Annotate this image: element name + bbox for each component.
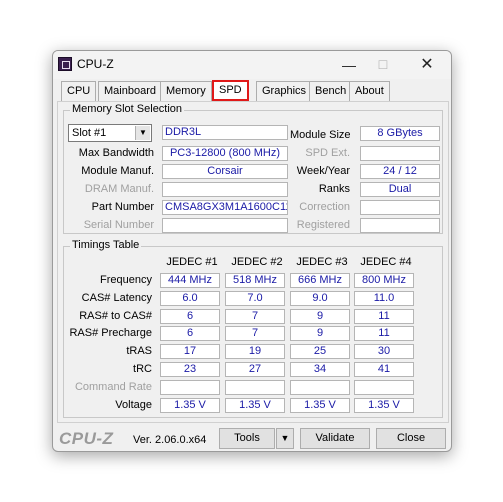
- tab-about[interactable]: About: [349, 81, 390, 101]
- timing-cell: 6: [160, 326, 220, 341]
- chevron-down-icon[interactable]: ▼: [276, 428, 294, 449]
- timing-cell: 7.0: [225, 291, 285, 306]
- memory-slot-legend: Memory Slot Selection: [70, 103, 185, 115]
- timing-cell: 518 MHz: [225, 273, 285, 288]
- correction-label: Correction: [299, 201, 350, 213]
- part-number-value: CMSA8GX3M1A1600C11: [162, 200, 288, 215]
- timing-row-label: RAS# to CAS#: [79, 310, 152, 322]
- registered-label: Registered: [296, 219, 350, 231]
- version-label: Ver. 2.06.0.x64: [133, 434, 207, 446]
- week-year-label: Week/Year: [296, 165, 350, 177]
- bottom-bar: CPU-Z Ver. 2.06.0.x64 Tools ▼ Validate C…: [53, 425, 451, 451]
- column-header: JEDEC #2: [231, 256, 283, 268]
- close-icon[interactable]: ✕: [409, 55, 445, 75]
- memory-slot-group: Memory Slot Selection Slot #1 ▼ DDR3L Ma…: [63, 103, 443, 234]
- timings-legend: Timings Table: [70, 239, 142, 251]
- maximize-icon[interactable]: ☐: [365, 55, 401, 75]
- timing-cell: 11: [354, 309, 414, 324]
- timing-cell: 9.0: [290, 291, 350, 306]
- cpuz-window: CPU-Z — ☐ ✕ CPU Mainboard Memory SPD Gra…: [52, 50, 452, 452]
- timing-cell: 19: [225, 344, 285, 359]
- column-header: JEDEC #4: [360, 256, 412, 268]
- timing-cell: 25: [290, 344, 350, 359]
- timing-cell: 7: [225, 309, 285, 324]
- spd-panel: Memory Slot Selection Slot #1 ▼ DDR3L Ma…: [57, 101, 449, 423]
- serial-number-value: [162, 218, 288, 233]
- timing-row-label: tRC: [133, 363, 152, 375]
- part-number-label: Part Number: [91, 201, 154, 213]
- timing-row-label: Voltage: [115, 399, 152, 411]
- ranks-label: Ranks: [318, 183, 350, 195]
- validate-button[interactable]: Validate: [300, 428, 370, 449]
- tab-spd[interactable]: SPD: [212, 80, 249, 101]
- timing-cell: 800 MHz: [354, 273, 414, 288]
- spd-ext-value: [360, 146, 440, 161]
- timing-cell: 444 MHz: [160, 273, 220, 288]
- max-bandwidth-value: PC3-12800 (800 MHz): [162, 146, 288, 161]
- timing-cell: 7: [225, 326, 285, 341]
- column-header: JEDEC #3: [296, 256, 348, 268]
- timings-group: Timings Table JEDEC #1 JEDEC #2 JEDEC #3…: [63, 239, 443, 418]
- timing-cell: 1.35 V: [160, 398, 220, 413]
- module-manuf-value: Corsair: [162, 164, 288, 179]
- correction-value: [360, 200, 440, 215]
- dram-manuf-label: DRAM Manuf.: [84, 183, 154, 195]
- title-bar: CPU-Z — ☐ ✕: [53, 51, 451, 79]
- tab-bench[interactable]: Bench: [309, 81, 353, 101]
- tab-mainboard[interactable]: Mainboard: [98, 81, 162, 101]
- timing-cell: [290, 380, 350, 395]
- week-year-value: 24 / 12: [360, 164, 440, 179]
- ranks-value: Dual: [360, 182, 440, 197]
- spd-ext-label: SPD Ext.: [305, 147, 350, 159]
- timing-cell: 23: [160, 362, 220, 377]
- timing-cell: [354, 380, 414, 395]
- column-header: JEDEC #1: [166, 256, 218, 268]
- chevron-down-icon[interactable]: ▼: [135, 126, 150, 140]
- timing-cell: 30: [354, 344, 414, 359]
- timing-cell: 6.0: [160, 291, 220, 306]
- registered-value: [360, 218, 440, 233]
- timing-row-label: CAS# Latency: [81, 292, 152, 304]
- cpuz-app-icon: [58, 57, 72, 71]
- timing-row-label: tRAS: [126, 345, 152, 357]
- close-button[interactable]: Close: [376, 428, 446, 449]
- dram-manuf-value: [162, 182, 288, 197]
- timing-cell: 17: [160, 344, 220, 359]
- module-manuf-label: Module Manuf.: [81, 165, 154, 177]
- tab-cpu[interactable]: CPU: [61, 81, 97, 101]
- timing-cell: 11.0: [354, 291, 414, 306]
- module-size-label: Module Size: [290, 129, 351, 141]
- serial-number-label: Serial Number: [83, 219, 154, 231]
- timing-cell: 666 MHz: [290, 273, 350, 288]
- tab-memory[interactable]: Memory: [160, 81, 212, 101]
- slot-select-value: Slot #1: [72, 127, 107, 139]
- minimize-icon[interactable]: —: [331, 55, 367, 75]
- timing-cell: 11: [354, 326, 414, 341]
- timing-cell: 27: [225, 362, 285, 377]
- timing-cell: 41: [354, 362, 414, 377]
- timing-cell: 9: [290, 326, 350, 341]
- window-title: CPU-Z: [77, 57, 114, 71]
- timing-cell: 1.35 V: [354, 398, 414, 413]
- timing-cell: [160, 380, 220, 395]
- tools-button[interactable]: Tools: [219, 428, 275, 449]
- timing-row-label: Frequency: [100, 274, 152, 286]
- tab-graphics[interactable]: Graphics: [256, 81, 313, 101]
- slot-select[interactable]: Slot #1 ▼: [68, 124, 152, 142]
- timing-row-label: Command Rate: [74, 381, 152, 393]
- max-bandwidth-label: Max Bandwidth: [78, 147, 154, 159]
- memory-type-value: DDR3L: [162, 125, 288, 140]
- timing-cell: 1.35 V: [290, 398, 350, 413]
- timing-cell: 6: [160, 309, 220, 324]
- cpuz-brand-logo: CPU-Z: [59, 429, 114, 448]
- timing-cell: 9: [290, 309, 350, 324]
- timing-cell: 1.35 V: [225, 398, 285, 413]
- timing-cell: 34: [290, 362, 350, 377]
- module-size-value: 8 GBytes: [360, 126, 440, 141]
- timing-row-label: RAS# Precharge: [69, 327, 152, 339]
- timing-cell: [225, 380, 285, 395]
